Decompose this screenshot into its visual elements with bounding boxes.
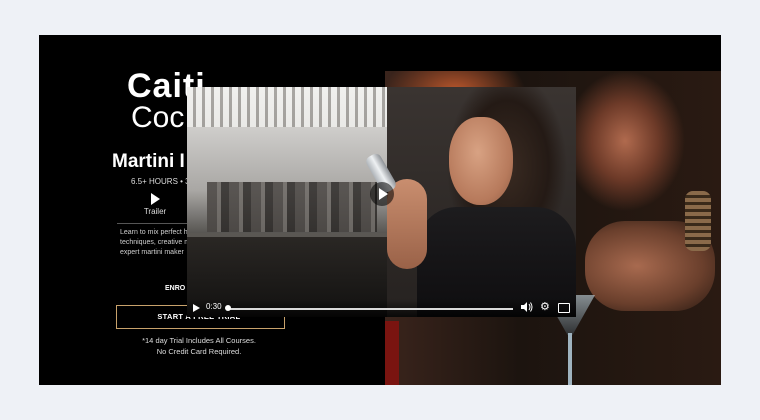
big-play-button[interactable]	[370, 182, 394, 206]
video-scene-bar	[187, 87, 387, 317]
ceiling-decor	[187, 87, 387, 127]
trailer-label: Trailer	[143, 207, 167, 216]
gear-icon[interactable]: ⚙	[540, 300, 550, 313]
play-icon[interactable]	[193, 304, 200, 312]
course-meta: 6.5+ HOURS • 3	[131, 177, 190, 186]
progress-handle[interactable]	[225, 305, 231, 311]
play-icon	[379, 188, 388, 200]
shelf-decor	[207, 182, 377, 232]
bracelet-decor	[685, 191, 711, 251]
time-display: 0:30	[206, 302, 222, 311]
glass-stem-decor	[568, 333, 572, 385]
play-icon	[150, 193, 160, 205]
course-page: Caiti Coc Martini I 6.5+ HOURS • 3 Trail…	[39, 35, 721, 385]
trial-note-line2: No Credit Card Required.	[156, 347, 242, 356]
volume-icon[interactable]	[520, 301, 534, 313]
trial-note: *14 day Trial Includes All Courses. No C…	[124, 335, 274, 357]
person-face-decor	[449, 117, 513, 205]
fullscreen-icon[interactable]	[558, 303, 570, 313]
trailer-button[interactable]: Trailer	[139, 193, 171, 219]
brand-logo-line2: Coc	[131, 101, 185, 134]
video-controls: 0:30 ⚙	[187, 299, 576, 317]
progress-track[interactable]	[227, 308, 513, 310]
bottle-decor	[385, 321, 399, 385]
enroll-label: ENRO	[165, 285, 186, 292]
trial-note-line1: *14 day Trial Includes All Courses.	[142, 336, 256, 345]
video-player[interactable]: 0:30 ⚙	[187, 87, 576, 317]
course-title: Martini I	[112, 151, 185, 172]
